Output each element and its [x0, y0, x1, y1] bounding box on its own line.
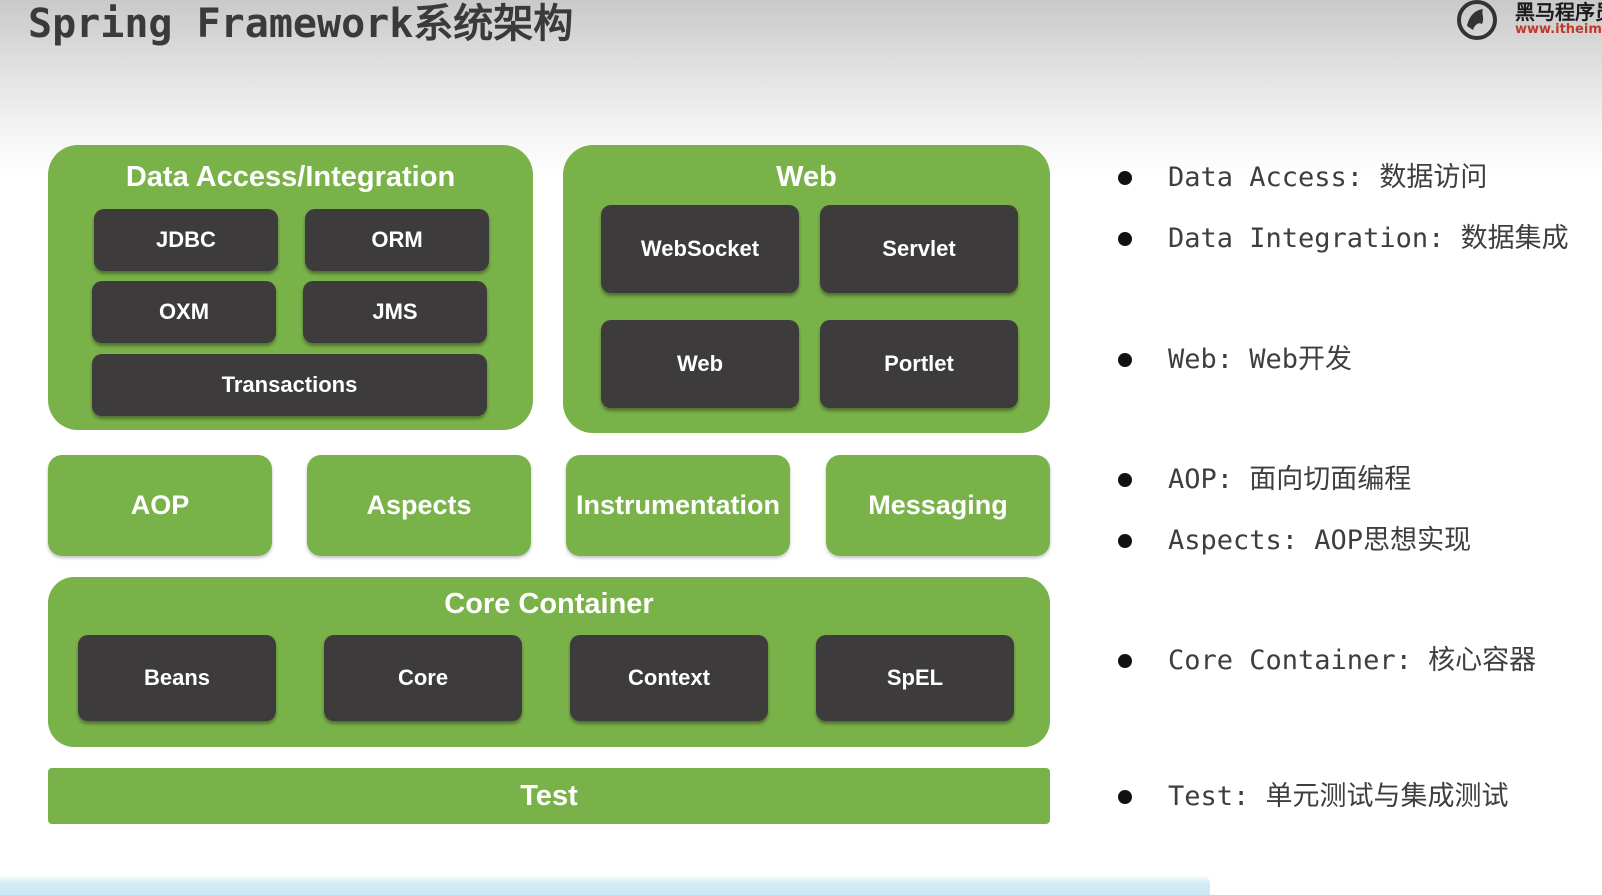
module-messaging: Messaging	[826, 455, 1050, 556]
core-container-group: Core Container Beans Core Context SpEL	[48, 577, 1050, 747]
module-web: Web	[601, 320, 799, 408]
data-access-group: Data Access/Integration JDBC ORM OXM JMS…	[48, 145, 533, 430]
list-item-text: AOP: 面向切面编程	[1168, 464, 1412, 495]
bullet-dot-icon	[1118, 171, 1132, 185]
module-transactions: Transactions	[92, 354, 487, 416]
bullet-dot-icon	[1118, 534, 1132, 548]
decorative-brush-stroke	[0, 875, 1210, 895]
module-instrumentation: Instrumentation	[566, 455, 790, 556]
bullet-dot-icon	[1118, 232, 1132, 246]
core-container-title: Core Container	[444, 588, 654, 620]
module-orm: ORM	[305, 209, 489, 271]
bullet-dot-icon	[1118, 790, 1132, 804]
list-item-text: Core Container: 核心容器	[1168, 645, 1537, 676]
brand-url: www.itheima.com	[1515, 22, 1602, 37]
horse-logo-icon	[1457, 0, 1497, 40]
list-item-text: Test: 单元测试与集成测试	[1168, 781, 1509, 812]
web-group: Web WebSocket Servlet Web Portlet	[563, 145, 1050, 433]
brand-name: 黑马程序员	[1515, 0, 1602, 24]
bullet-dot-icon	[1118, 654, 1132, 668]
module-test: Test	[48, 768, 1050, 824]
module-oxm: OXM	[92, 281, 276, 343]
page-title: Spring Framework系统架构	[28, 1, 574, 47]
module-jdbc: JDBC	[94, 209, 278, 271]
module-core: Core	[324, 635, 522, 721]
bullet-dot-icon	[1118, 353, 1132, 367]
module-websocket: WebSocket	[601, 205, 799, 293]
list-item-text: Aspects: AOP思想实现	[1168, 525, 1472, 556]
data-access-title: Data Access/Integration	[125, 161, 456, 193]
module-aop: AOP	[48, 455, 272, 556]
module-context: Context	[570, 635, 768, 721]
web-title: Web	[776, 161, 837, 193]
module-portlet: Portlet	[820, 320, 1018, 408]
module-spel: SpEL	[816, 635, 1014, 721]
list-item-text: Data Access: 数据访问	[1168, 162, 1488, 193]
module-aspects: Aspects	[307, 455, 531, 556]
module-beans: Beans	[78, 635, 276, 721]
bullet-dot-icon	[1118, 473, 1132, 487]
module-jms: JMS	[303, 281, 487, 343]
module-servlet: Servlet	[820, 205, 1018, 293]
list-item-text: Data Integration: 数据集成	[1168, 223, 1569, 254]
brand-logo: 黑马程序员 www.itheima.com	[1455, 0, 1602, 44]
list-item-text: Web: Web开发	[1168, 344, 1353, 375]
